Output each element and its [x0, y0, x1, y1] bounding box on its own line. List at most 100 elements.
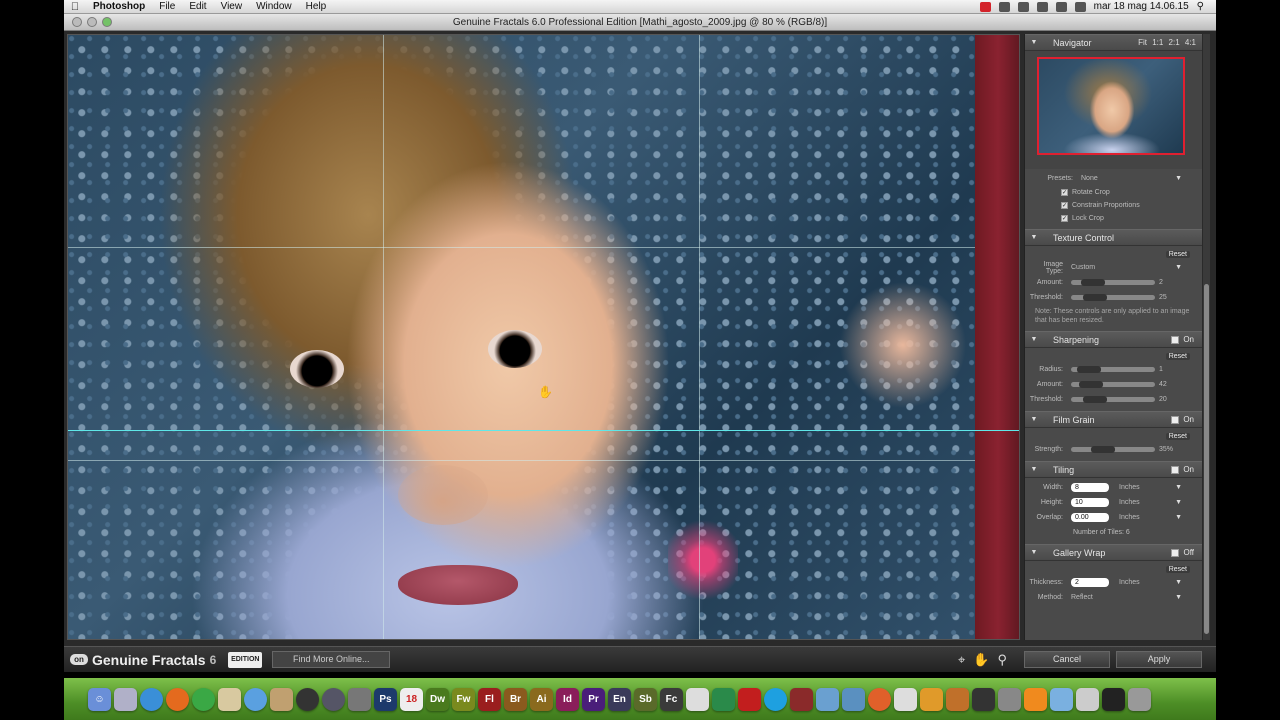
- document2-icon[interactable]: [1076, 687, 1099, 711]
- sharpening-reset-button[interactable]: Reset: [1165, 352, 1190, 360]
- illustrator-icon[interactable]: Ai: [530, 687, 553, 711]
- wifi-icon[interactable]: [1055, 1, 1067, 12]
- menu-edit[interactable]: Edit: [182, 1, 213, 12]
- menu-window[interactable]: Window: [249, 1, 299, 12]
- money-icon[interactable]: [712, 687, 735, 711]
- document-icon[interactable]: [686, 687, 709, 711]
- film-grain-toggle[interactable]: [1171, 415, 1180, 424]
- filezilla-icon[interactable]: [738, 687, 761, 711]
- skype-icon[interactable]: [764, 687, 787, 711]
- thickness-input[interactable]: 2: [1071, 578, 1109, 587]
- settings-icon[interactable]: [348, 687, 371, 711]
- volume-icon[interactable]: [1074, 1, 1086, 12]
- flash-icon[interactable]: Fl: [478, 687, 501, 711]
- sharpen-amount-slider[interactable]: [1071, 381, 1155, 388]
- sync-icon[interactable]: [998, 1, 1010, 12]
- film-grain-reset-button[interactable]: Reset: [1165, 432, 1190, 440]
- trash-icon[interactable]: [1128, 687, 1151, 711]
- finder-icon[interactable]: ☺: [88, 687, 111, 711]
- collapse-triangle-icon[interactable]: ▼: [1025, 336, 1043, 343]
- chevron-down-icon[interactable]: ▼: [1175, 579, 1182, 586]
- hand-tool-icon[interactable]: ✋: [973, 652, 989, 668]
- chrome-icon[interactable]: [192, 687, 215, 711]
- phone-icon[interactable]: [972, 687, 995, 711]
- apple-icon[interactable]: : [64, 1, 86, 13]
- photoshop-icon[interactable]: Ps: [374, 687, 397, 711]
- calendar-icon[interactable]: 18: [400, 687, 423, 711]
- users-icon[interactable]: [816, 687, 839, 711]
- constrain-checkbox[interactable]: ✓: [1061, 202, 1068, 209]
- safari-icon[interactable]: [140, 687, 163, 711]
- crop-tool-icon[interactable]: ⌖: [958, 652, 965, 668]
- texture-amount-slider[interactable]: [1071, 279, 1155, 286]
- menu-help[interactable]: Help: [299, 1, 334, 12]
- time-icon[interactable]: [322, 687, 345, 711]
- menu-app[interactable]: Photoshop: [86, 1, 152, 12]
- encore-icon[interactable]: En: [608, 687, 631, 711]
- chevron-down-icon[interactable]: ▼: [1175, 594, 1182, 601]
- method-select[interactable]: Reflect: [1071, 594, 1093, 601]
- sharpen-threshold-slider[interactable]: [1071, 396, 1155, 403]
- chevron-down-icon[interactable]: ▼: [1175, 499, 1182, 506]
- player-icon[interactable]: [920, 687, 943, 711]
- guide-line-cyan[interactable]: [68, 430, 1019, 431]
- itunes-icon[interactable]: [244, 687, 267, 711]
- dreamweaver-icon[interactable]: Dw: [426, 687, 449, 711]
- record-icon[interactable]: [979, 1, 991, 12]
- indesign-icon[interactable]: Id: [556, 687, 579, 711]
- collapse-triangle-icon[interactable]: ▼: [1025, 234, 1043, 241]
- cancel-button[interactable]: Cancel: [1024, 651, 1110, 668]
- gear-icon[interactable]: [1017, 1, 1029, 12]
- tiling-toggle[interactable]: [1171, 465, 1180, 474]
- radius-slider[interactable]: [1071, 366, 1155, 373]
- navigator-view-box[interactable]: [1037, 57, 1185, 155]
- texture-control-header[interactable]: ▼ Texture Control: [1025, 229, 1202, 246]
- texture-threshold-slider[interactable]: [1071, 294, 1155, 301]
- panel-scrollbar[interactable]: [1203, 34, 1210, 640]
- gallery-wrap-reset-button[interactable]: Reset: [1165, 565, 1190, 573]
- folder-icon[interactable]: [842, 687, 865, 711]
- menu-view[interactable]: View: [214, 1, 250, 12]
- chevron-down-icon[interactable]: ▼: [1175, 484, 1182, 491]
- dvd-icon[interactable]: [296, 687, 319, 711]
- premiere-icon[interactable]: Pr: [582, 687, 605, 711]
- vlc-icon[interactable]: [1024, 687, 1047, 711]
- presets-select[interactable]: None: [1081, 175, 1098, 182]
- height-unit[interactable]: Inches: [1119, 499, 1140, 506]
- sharpening-header[interactable]: ▼ Sharpening On: [1025, 331, 1202, 348]
- lock-crop-checkbox[interactable]: ✓: [1061, 215, 1068, 222]
- tile-overlap-input[interactable]: 0.00: [1071, 513, 1109, 522]
- strength-slider[interactable]: [1071, 446, 1155, 453]
- rotate-crop-checkbox[interactable]: ✓: [1061, 189, 1068, 196]
- apply-button[interactable]: Apply: [1116, 651, 1202, 668]
- paper-icon[interactable]: [894, 687, 917, 711]
- collapse-triangle-icon[interactable]: ▼: [1025, 39, 1043, 46]
- bridge-icon[interactable]: Br: [504, 687, 527, 711]
- find-more-online-button[interactable]: Find More Online...: [272, 651, 391, 668]
- zoom-tool-icon[interactable]: ⚲: [998, 652, 1008, 668]
- book-icon[interactable]: [790, 687, 813, 711]
- chevron-down-icon[interactable]: ▼: [1175, 264, 1182, 271]
- utility-icon[interactable]: [998, 687, 1021, 711]
- downloads-folder-icon[interactable]: [1050, 687, 1073, 711]
- navigator-preview[interactable]: [1025, 51, 1202, 169]
- width-unit[interactable]: Inches: [1119, 484, 1140, 491]
- window-titlebar[interactable]: Genuine Fractals 6.0 Professional Editio…: [64, 14, 1216, 31]
- gallery-wrap-header[interactable]: ▼ Gallery Wrap Off: [1025, 544, 1202, 561]
- menu-file[interactable]: File: [152, 1, 182, 12]
- firefox-icon[interactable]: [166, 687, 189, 711]
- flash-catalyst-icon[interactable]: Fc: [660, 687, 683, 711]
- collapse-triangle-icon[interactable]: ▼: [1025, 466, 1043, 473]
- chevron-down-icon[interactable]: ▼: [1175, 175, 1182, 182]
- spotlight-icon[interactable]: ⚲: [1197, 1, 1204, 12]
- guitar-icon[interactable]: [270, 687, 293, 711]
- time-machine-icon[interactable]: [1036, 1, 1048, 12]
- image-type-select[interactable]: Custom: [1071, 264, 1095, 271]
- image-canvas[interactable]: ✋: [67, 34, 1020, 640]
- tiling-header[interactable]: ▼ Tiling On: [1025, 461, 1202, 478]
- soundbooth-icon[interactable]: Sb: [634, 687, 657, 711]
- tile-width-input[interactable]: 8: [1071, 483, 1109, 492]
- collapse-triangle-icon[interactable]: ▼: [1025, 549, 1043, 556]
- app-orange-icon[interactable]: [868, 687, 891, 711]
- notes-icon[interactable]: [218, 687, 241, 711]
